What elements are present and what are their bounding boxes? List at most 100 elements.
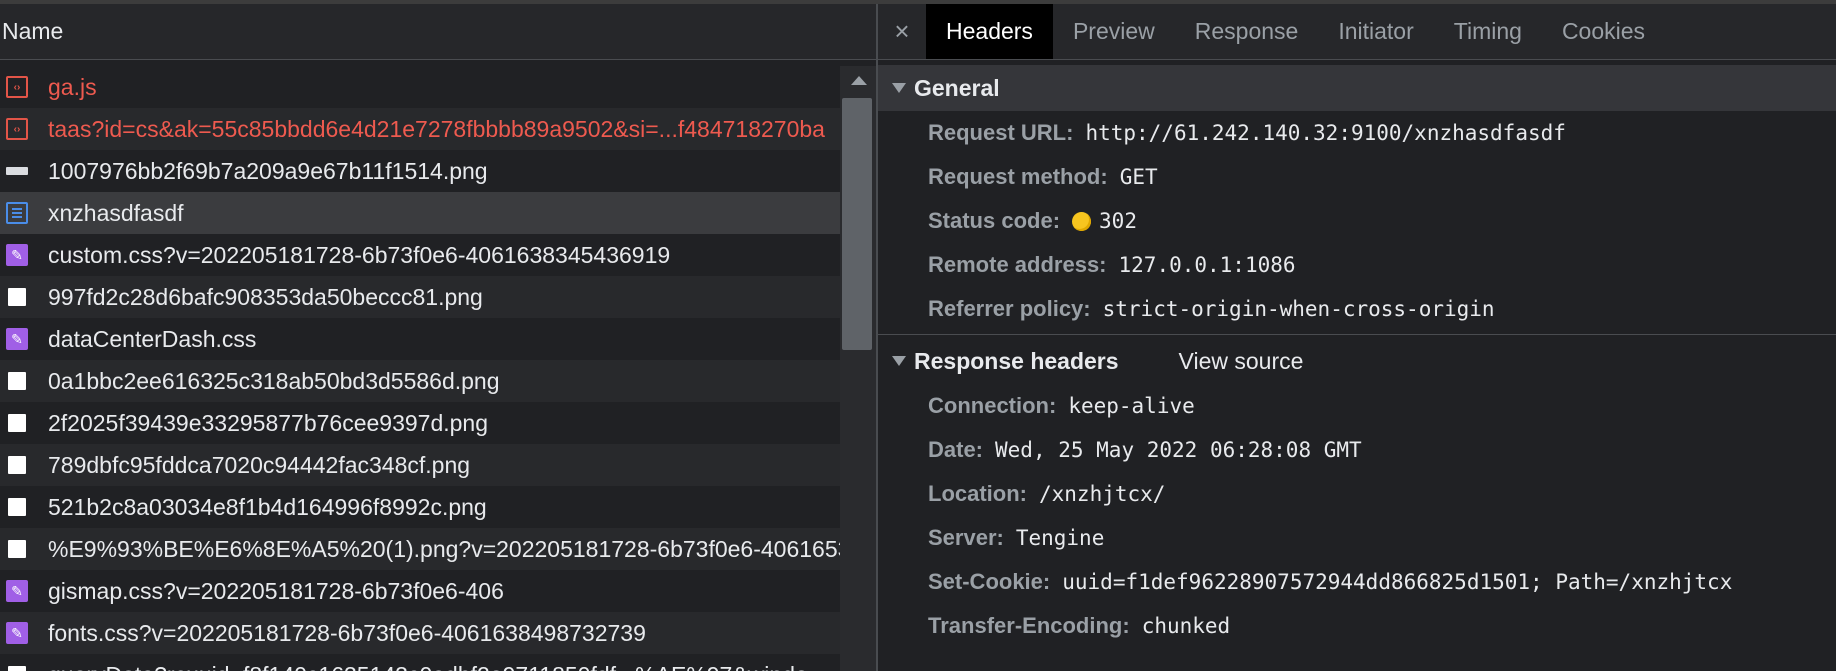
name-column-header[interactable]: Name xyxy=(0,4,876,60)
scroll-up-arrow-icon[interactable] xyxy=(851,76,867,85)
request-row[interactable]: 789dbfc95fddca7020c94442fac348cf.png xyxy=(0,444,840,486)
tab-response[interactable]: Response xyxy=(1175,4,1319,59)
document-icon xyxy=(6,202,28,224)
stylesheet-icon: ✎ xyxy=(6,328,28,350)
server-row: Server: Tengine xyxy=(878,516,1836,560)
scroll-thumb[interactable] xyxy=(842,98,872,350)
response-headers-section-toggle[interactable]: Response headers View source xyxy=(878,338,1836,384)
detail-tab-bar: × Headers Preview Response Initiator Tim… xyxy=(878,4,1836,60)
request-rows: ‹› ga.js ‹› taas?id=cs&ak=55c85bbdd6e4d21e7… xyxy=(0,66,840,671)
request-name: 0a1bbc2ee616325c318ab50bd3d5586d.png xyxy=(48,367,500,394)
blank-file-icon xyxy=(8,456,26,474)
request-details-pane: × Headers Preview Response Initiator Tim… xyxy=(878,4,1836,671)
set-cookie-row: Set-Cookie: uuid=f1def96228907572944dd86… xyxy=(878,560,1836,604)
request-row[interactable]: 0a1bbc2ee616325c318ab50bd3d5586d.png xyxy=(0,360,840,402)
referrer-policy-row: Referrer policy: strict-origin-when-cros… xyxy=(878,287,1836,331)
triangle-down-icon xyxy=(892,83,906,93)
request-row[interactable]: xnzhasdfasdf xyxy=(0,192,840,234)
set-cookie-value: uuid=f1def96228907572944dd866825d1501; P… xyxy=(1062,570,1733,594)
connection-value: keep-alive xyxy=(1068,394,1195,418)
request-name: gismap.css?v=202205181728-6b73f0e6-406 xyxy=(48,577,504,604)
stylesheet-icon: ✎ xyxy=(6,622,28,644)
request-row[interactable]: queryData?rcuuid=f8f140c1635143c0adbf2a9… xyxy=(0,654,840,671)
status-code-value: 302 xyxy=(1099,209,1137,233)
remote-address-key: Remote address: xyxy=(928,252,1107,277)
connection-key: Connection: xyxy=(928,393,1057,418)
status-warning-dot-icon xyxy=(1072,211,1092,231)
request-url-row: Request URL: http://61.242.140.32:9100/x… xyxy=(878,111,1836,155)
referrer-policy-value: strict-origin-when-cross-origin xyxy=(1102,297,1495,321)
view-source-link[interactable]: View source xyxy=(1179,348,1304,375)
blank-file-icon xyxy=(8,540,26,558)
script-icon: ‹› xyxy=(6,118,28,140)
request-url-key: Request URL: xyxy=(928,120,1074,145)
request-method-row: Request method: GET xyxy=(878,155,1836,199)
list-scrollbar[interactable] xyxy=(840,66,876,671)
request-name: 2f2025f39439e33295877b76cee9397d.png xyxy=(48,409,488,436)
tab-preview[interactable]: Preview xyxy=(1053,4,1175,59)
request-url-value: http://61.242.140.32:9100/xnzhasdfasdf xyxy=(1085,121,1566,145)
transfer-encoding-row: Transfer-Encoding: chunked xyxy=(878,604,1836,648)
section-divider xyxy=(878,334,1836,335)
blank-file-icon xyxy=(8,498,26,516)
blank-file-icon xyxy=(8,414,26,432)
request-name: queryData?rcuuid=f8f140c1635143c0adbf2a9… xyxy=(48,662,808,671)
request-name: %E9%93%BE%E6%8E%A5%20(1).png?v=202205181… xyxy=(48,535,840,562)
request-name: 521b2c8a03034e8f1b4d164996f8992c.png xyxy=(48,493,487,520)
request-name: ga.js xyxy=(48,73,97,100)
status-code-key: Status code: xyxy=(928,208,1061,233)
blank-file-icon xyxy=(8,372,26,390)
request-method-value: GET xyxy=(1119,165,1158,189)
server-key: Server: xyxy=(928,525,1004,550)
name-column-label: Name xyxy=(2,18,64,44)
date-key: Date: xyxy=(928,437,984,462)
request-row[interactable]: 2f2025f39439e33295877b76cee9397d.png xyxy=(0,402,840,444)
stylesheet-icon: ✎ xyxy=(6,580,28,602)
request-row[interactable]: ✎ gismap.css?v=202205181728-6b73f0e6-406 xyxy=(0,570,840,612)
tab-timing[interactable]: Timing xyxy=(1434,4,1542,59)
request-row[interactable]: 997fd2c28d6bafc908353da50beccc81.png xyxy=(0,276,840,318)
request-row[interactable]: 1007976bb2f69b7a209a9e67b11f1514.png xyxy=(0,150,840,192)
request-row[interactable]: ✎ custom.css?v=202205181728-6b73f0e6-4061… xyxy=(0,234,840,276)
response-headers-title: Response headers xyxy=(914,347,1119,374)
location-row: Location: /xnzhjtcx/ xyxy=(878,472,1836,516)
request-row[interactable]: ✎ dataCenterDash.css xyxy=(0,318,840,360)
location-key: Location: xyxy=(928,481,1027,506)
date-value: Wed, 25 May 2022 06:28:08 GMT xyxy=(995,438,1362,462)
request-name: 789dbfc95fddca7020c94442fac348cf.png xyxy=(48,451,471,478)
request-row[interactable]: ‹› taas?id=cs&ak=55c85bbdd6e4d21e7278fbbb… xyxy=(0,108,840,150)
blank-file-icon xyxy=(8,288,26,306)
referrer-policy-key: Referrer policy: xyxy=(928,296,1091,321)
request-name: fonts.css?v=202205181728-6b73f0e6-406163… xyxy=(48,619,646,646)
remote-address-row: Remote address: 127.0.0.1:1086 xyxy=(878,243,1836,287)
request-row[interactable]: %E9%93%BE%E6%8E%A5%20(1).png?v=202205181… xyxy=(0,528,840,570)
tab-cookies[interactable]: Cookies xyxy=(1542,4,1665,59)
request-name: taas?id=cs&ak=55c85bbdd6e4d21e7278fbbbb8… xyxy=(48,115,825,142)
request-row[interactable]: 521b2c8a03034e8f1b4d164996f8992c.png xyxy=(0,486,840,528)
connection-row: Connection: keep-alive xyxy=(878,384,1836,428)
request-method-key: Request method: xyxy=(928,164,1108,189)
general-section-toggle[interactable]: General xyxy=(878,65,1836,111)
request-name: xnzhasdfasdf xyxy=(48,199,184,226)
script-icon: ‹› xyxy=(6,76,28,98)
date-row: Date: Wed, 25 May 2022 06:28:08 GMT xyxy=(878,428,1836,472)
request-row[interactable]: ✎ fonts.css?v=202205181728-6b73f0e6-40616… xyxy=(0,612,840,654)
request-name: dataCenterDash.css xyxy=(48,325,257,352)
tab-headers[interactable]: Headers xyxy=(926,4,1053,59)
remote-address-value: 127.0.0.1:1086 xyxy=(1118,253,1296,277)
triangle-down-icon xyxy=(892,356,906,366)
request-name: 997fd2c28d6bafc908353da50beccc81.png xyxy=(48,283,483,310)
status-code-row: Status code: 302 xyxy=(878,199,1836,243)
tab-initiator[interactable]: Initiator xyxy=(1318,4,1433,59)
blank-file-icon xyxy=(8,666,26,671)
server-value: Tengine xyxy=(1015,526,1105,550)
request-row[interactable]: ‹› ga.js xyxy=(0,66,840,108)
close-icon[interactable]: × xyxy=(878,4,926,59)
set-cookie-key: Set-Cookie: xyxy=(928,569,1051,594)
image-icon xyxy=(6,167,28,175)
transfer-encoding-key: Transfer-Encoding: xyxy=(928,613,1130,638)
request-name: 1007976bb2f69b7a209a9e67b11f1514.png xyxy=(48,157,488,184)
transfer-encoding-value: chunked xyxy=(1141,614,1231,638)
request-name: custom.css?v=202205181728-6b73f0e6-40616… xyxy=(48,241,671,268)
general-section-title: General xyxy=(914,74,1000,101)
